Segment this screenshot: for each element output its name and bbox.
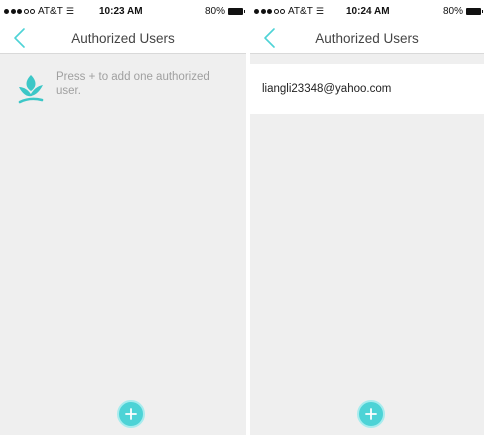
battery-icon <box>228 8 245 15</box>
battery-status: 80% <box>204 6 245 17</box>
battery-percent: 80% <box>442 6 463 17</box>
leaf-icon <box>18 75 44 104</box>
plus-icon <box>365 408 377 420</box>
plus-icon <box>125 408 137 420</box>
battery-status: 80% <box>442 6 483 17</box>
signal-strength-icon <box>254 9 285 14</box>
battery-percent: 80% <box>204 6 225 17</box>
add-user-button[interactable] <box>117 400 145 428</box>
status-bar: AT&T ☰ 10:24 AM 80% <box>250 0 484 22</box>
add-user-button[interactable] <box>357 400 385 428</box>
screen-user-list: AT&T ☰ 10:24 AM 80% Authorized Users lia… <box>250 0 484 435</box>
page-title: Authorized Users <box>315 31 419 46</box>
wifi-icon: ☰ <box>65 6 74 16</box>
battery-icon <box>466 8 483 15</box>
carrier-label: AT&T <box>38 6 63 17</box>
status-time: 10:23 AM <box>99 6 143 17</box>
status-bar: AT&T ☰ 10:23 AM 80% <box>0 0 246 22</box>
wifi-icon: ☰ <box>315 6 324 16</box>
signal-carrier: AT&T ☰ <box>4 6 74 17</box>
page-title: Authorized Users <box>71 31 175 46</box>
authorized-user-row[interactable]: liangli23348@yahoo.com <box>250 64 484 114</box>
nav-bar: Authorized Users <box>250 22 484 54</box>
empty-state-text: Press + to add one authorized user. <box>56 71 210 97</box>
empty-state-hint: Press + to add one authorized user. <box>16 70 232 106</box>
signal-strength-icon <box>4 9 35 14</box>
screen-empty-state: AT&T ☰ 10:23 AM 80% Authorized Users Pre… <box>0 0 246 435</box>
signal-carrier: AT&T ☰ <box>254 6 324 17</box>
nav-bar: Authorized Users <box>0 22 246 54</box>
status-time: 10:24 AM <box>346 6 390 17</box>
carrier-label: AT&T <box>288 6 313 17</box>
user-email: liangli23348@yahoo.com <box>262 83 392 95</box>
